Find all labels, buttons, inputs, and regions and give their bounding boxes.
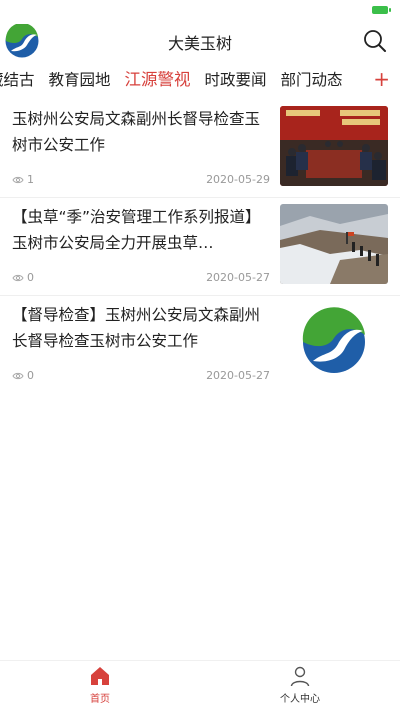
nav-label: 首页 bbox=[90, 694, 110, 705]
home-icon bbox=[89, 665, 111, 687]
view-count-value: 1 bbox=[27, 173, 34, 186]
user-icon bbox=[289, 665, 311, 687]
view-count-value: 0 bbox=[27, 271, 34, 284]
eye-icon bbox=[12, 176, 24, 183]
status-bar bbox=[0, 0, 400, 20]
news-date: 2020-05-27 bbox=[206, 271, 270, 284]
view-count: 0 bbox=[12, 369, 34, 382]
tab-4[interactable]: 部门动态 bbox=[281, 69, 343, 91]
nav-item-1[interactable]: 个人中心 bbox=[200, 661, 400, 710]
app-header: 大美玉树 bbox=[0, 20, 400, 62]
app-title: 大美玉树 bbox=[167, 34, 232, 53]
news-date: 2020-05-29 bbox=[206, 173, 270, 186]
tab-3[interactable]: 时政要闻 bbox=[205, 69, 267, 91]
view-count: 1 bbox=[12, 173, 34, 186]
battery-icon bbox=[372, 6, 391, 14]
nav-label: 个人中心 bbox=[280, 694, 320, 705]
search-icon[interactable] bbox=[362, 28, 388, 54]
add-tab-button[interactable]: + bbox=[369, 68, 390, 90]
eye-icon bbox=[12, 274, 24, 281]
app-screen: 大美玉树 藏结古教育园地江源警视时政要闻部门动态 + 玉树州公安局文森副州长督导… bbox=[0, 0, 400, 710]
news-date: 2020-05-27 bbox=[206, 369, 270, 382]
news-meta: 1 2020-05-29 bbox=[12, 173, 270, 187]
news-thumbnail[interactable] bbox=[280, 106, 388, 186]
view-count: 0 bbox=[12, 271, 34, 284]
bottom-nav: 首页 个人中心 bbox=[0, 660, 400, 710]
news-meta: 0 2020-05-27 bbox=[12, 369, 270, 383]
news-title[interactable]: 玉树州公安局文森副州长督导检查玉树市公安工作 bbox=[12, 106, 270, 158]
tab-2[interactable]: 江源警视 bbox=[125, 69, 191, 91]
news-title[interactable]: 【虫草“季”治安管理工作系列报道】玉树市公安局全力开展虫草… bbox=[12, 204, 270, 256]
tabs-track: 藏结古教育园地江源警视时政要闻部门动态 bbox=[0, 69, 343, 91]
news-thumbnail[interactable] bbox=[280, 204, 388, 284]
nav-item-0[interactable]: 首页 bbox=[0, 661, 200, 710]
news-title[interactable]: 【督导检查】玉树州公安局文森副州长督导检查玉树市公安工作 bbox=[12, 302, 270, 354]
news-item[interactable]: 【虫草“季”治安管理工作系列报道】玉树市公安局全力开展虫草… 0 2020-05… bbox=[0, 198, 400, 296]
tab-0[interactable]: 藏结古 bbox=[0, 69, 35, 91]
news-meta: 0 2020-05-27 bbox=[12, 271, 270, 285]
view-count-value: 0 bbox=[27, 369, 34, 382]
tab-1[interactable]: 教育园地 bbox=[49, 69, 111, 91]
news-item[interactable]: 【督导检查】玉树州公安局文森副州长督导检查玉树市公安工作 0 2020-05-2… bbox=[0, 296, 400, 394]
category-tabs: 藏结古教育园地江源警视时政要闻部门动态 + bbox=[0, 62, 400, 100]
eye-icon bbox=[12, 372, 24, 379]
news-thumbnail[interactable] bbox=[280, 302, 388, 382]
news-item[interactable]: 玉树州公安局文森副州长督导检查玉树市公安工作 1 2020-05-29 bbox=[0, 100, 400, 198]
news-list: 玉树州公安局文森副州长督导检查玉树市公安工作 1 2020-05-29 【虫草“… bbox=[0, 100, 400, 394]
